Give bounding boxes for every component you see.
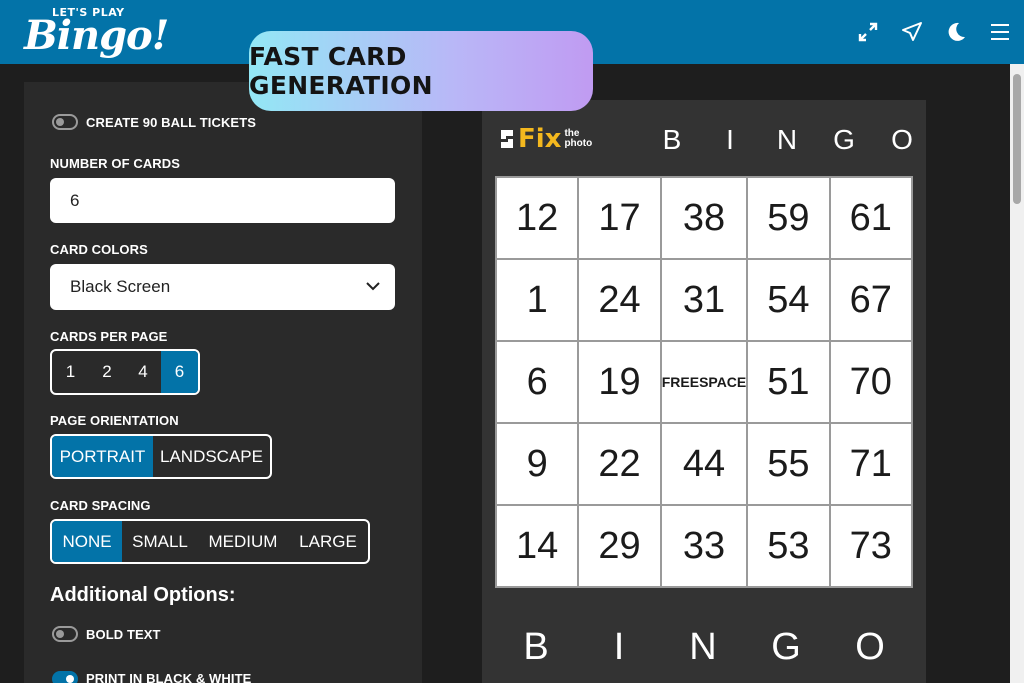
bingo-cell: 31 — [661, 260, 747, 340]
bingo-cell: 59 — [748, 178, 829, 258]
bingo-cell: 70 — [830, 342, 911, 422]
bingo-cell: 12 — [497, 178, 578, 258]
site-logo[interactable]: LET'S PLAY Bingo! — [24, 2, 169, 60]
second-card-letter-g: G — [771, 626, 801, 668]
chevron-down-icon — [366, 282, 380, 291]
menu-icon[interactable] — [978, 10, 1022, 54]
bingo-cell: 38 — [661, 178, 747, 258]
bingo-cell: 73 — [830, 506, 911, 586]
orientation-landscape-button[interactable]: LANDSCAPE — [153, 436, 270, 477]
header-letter-g: G — [833, 124, 855, 155]
second-card-letter-i: I — [613, 626, 625, 668]
bingo-cell: 29 — [579, 506, 660, 586]
bingo-cell: 55 — [748, 424, 829, 504]
per-page-option-4[interactable]: 4 — [125, 351, 161, 393]
fullscreen-icon[interactable] — [846, 10, 890, 54]
top-icons — [846, 0, 1024, 64]
bingo-cell: 22 — [579, 424, 660, 504]
bingo-cell: 24 — [579, 260, 660, 340]
cards-per-page-label: CARDS PER PAGE — [50, 329, 168, 344]
bingo-cell: 51 — [748, 342, 829, 422]
per-page-option-6[interactable]: 6 — [161, 351, 198, 393]
scrollbar-thumb[interactable] — [1013, 74, 1021, 204]
fixthephoto-mark-icon — [501, 130, 513, 148]
options-panel: CREATE 90 BALL TICKETS NUMBER OF CARDS 6… — [24, 82, 422, 683]
card-colors-label: CARD COLORS — [50, 242, 148, 257]
bingo-grid: 12 17 38 59 61 1 24 31 54 67 6 19 FREE SP… — [495, 176, 913, 588]
bingo-cell: 54 — [748, 260, 829, 340]
share-icon[interactable] — [890, 10, 934, 54]
page-orientation-label: PAGE ORIENTATION — [50, 413, 179, 428]
per-page-option-2[interactable]: 2 — [89, 351, 125, 393]
brand-fix: Fix — [518, 124, 562, 154]
feature-banner: FAST CARD GENERATION — [249, 31, 593, 111]
bingo-cell: 44 — [661, 424, 747, 504]
bingo-cell: 1 — [497, 260, 578, 340]
second-card-letter-n: N — [689, 626, 717, 668]
create-90-ball-label: CREATE 90 BALL TICKETS — [86, 115, 257, 130]
additional-options-heading: Additional Options: — [50, 584, 236, 606]
create-90-ball-toggle[interactable] — [52, 114, 78, 130]
header-letter-i: I — [726, 124, 734, 155]
card-colors-select[interactable]: Black Screen — [50, 264, 395, 310]
orientation-portrait-button[interactable]: PORTRAIT — [52, 436, 153, 477]
fixthephoto-logo: Fix the photo — [498, 124, 592, 154]
bingo-cell: 17 — [579, 178, 660, 258]
page-orientation-selector: PORTRAIT LANDSCAPE — [50, 434, 272, 479]
bingo-cell: 67 — [830, 260, 911, 340]
cards-per-page-selector: 1 2 4 6 — [50, 349, 200, 395]
header-letter-o: O — [891, 124, 913, 155]
number-of-cards-input[interactable]: 6 — [50, 178, 395, 223]
logo-wordmark: Bingo! — [24, 12, 169, 59]
free-space-cell: FREE SPACE — [661, 342, 747, 422]
spacing-small-button[interactable]: SMALL — [122, 521, 198, 562]
banner-text: FAST CARD GENERATION — [249, 42, 433, 100]
spacing-large-button[interactable]: LARGE — [288, 521, 368, 562]
per-page-option-1[interactable]: 1 — [52, 351, 89, 393]
bingo-cell: 53 — [748, 506, 829, 586]
bold-text-label: BOLD TEXT — [86, 627, 161, 642]
brand-the-photo: the photo — [564, 128, 593, 149]
print-bw-toggle[interactable] — [52, 671, 78, 683]
second-card-letter-b: B — [523, 626, 549, 668]
second-card-letter-o: O — [855, 626, 885, 668]
print-bw-label: PRINT IN BLACK & WHITE — [86, 671, 252, 683]
spacing-none-button[interactable]: NONE — [52, 521, 122, 562]
card-spacing-label: CARD SPACING — [50, 498, 151, 513]
bingo-cell: 14 — [497, 506, 578, 586]
bingo-cell: 61 — [830, 178, 911, 258]
card-header: Fix the photo B I N G O — [482, 100, 926, 178]
header-letter-n: N — [776, 124, 798, 155]
bingo-card-preview: Fix the photo B I N G O 12 17 38 59 61 1 … — [482, 100, 926, 683]
bingo-cell: 9 — [497, 424, 578, 504]
header-letter-b: B — [662, 124, 682, 155]
bold-text-toggle[interactable] — [52, 626, 78, 642]
bingo-cell: 6 — [497, 342, 578, 422]
bingo-cell: 71 — [830, 424, 911, 504]
card-spacing-selector: NONE SMALL MEDIUM LARGE — [50, 519, 370, 564]
dark-mode-icon[interactable] — [934, 10, 978, 54]
bingo-cell: 33 — [661, 506, 747, 586]
bingo-cell: 19 — [579, 342, 660, 422]
spacing-medium-button[interactable]: MEDIUM — [198, 521, 288, 562]
number-of-cards-label: NUMBER OF CARDS — [50, 156, 181, 171]
card-colors-value: Black Screen — [70, 277, 171, 296]
